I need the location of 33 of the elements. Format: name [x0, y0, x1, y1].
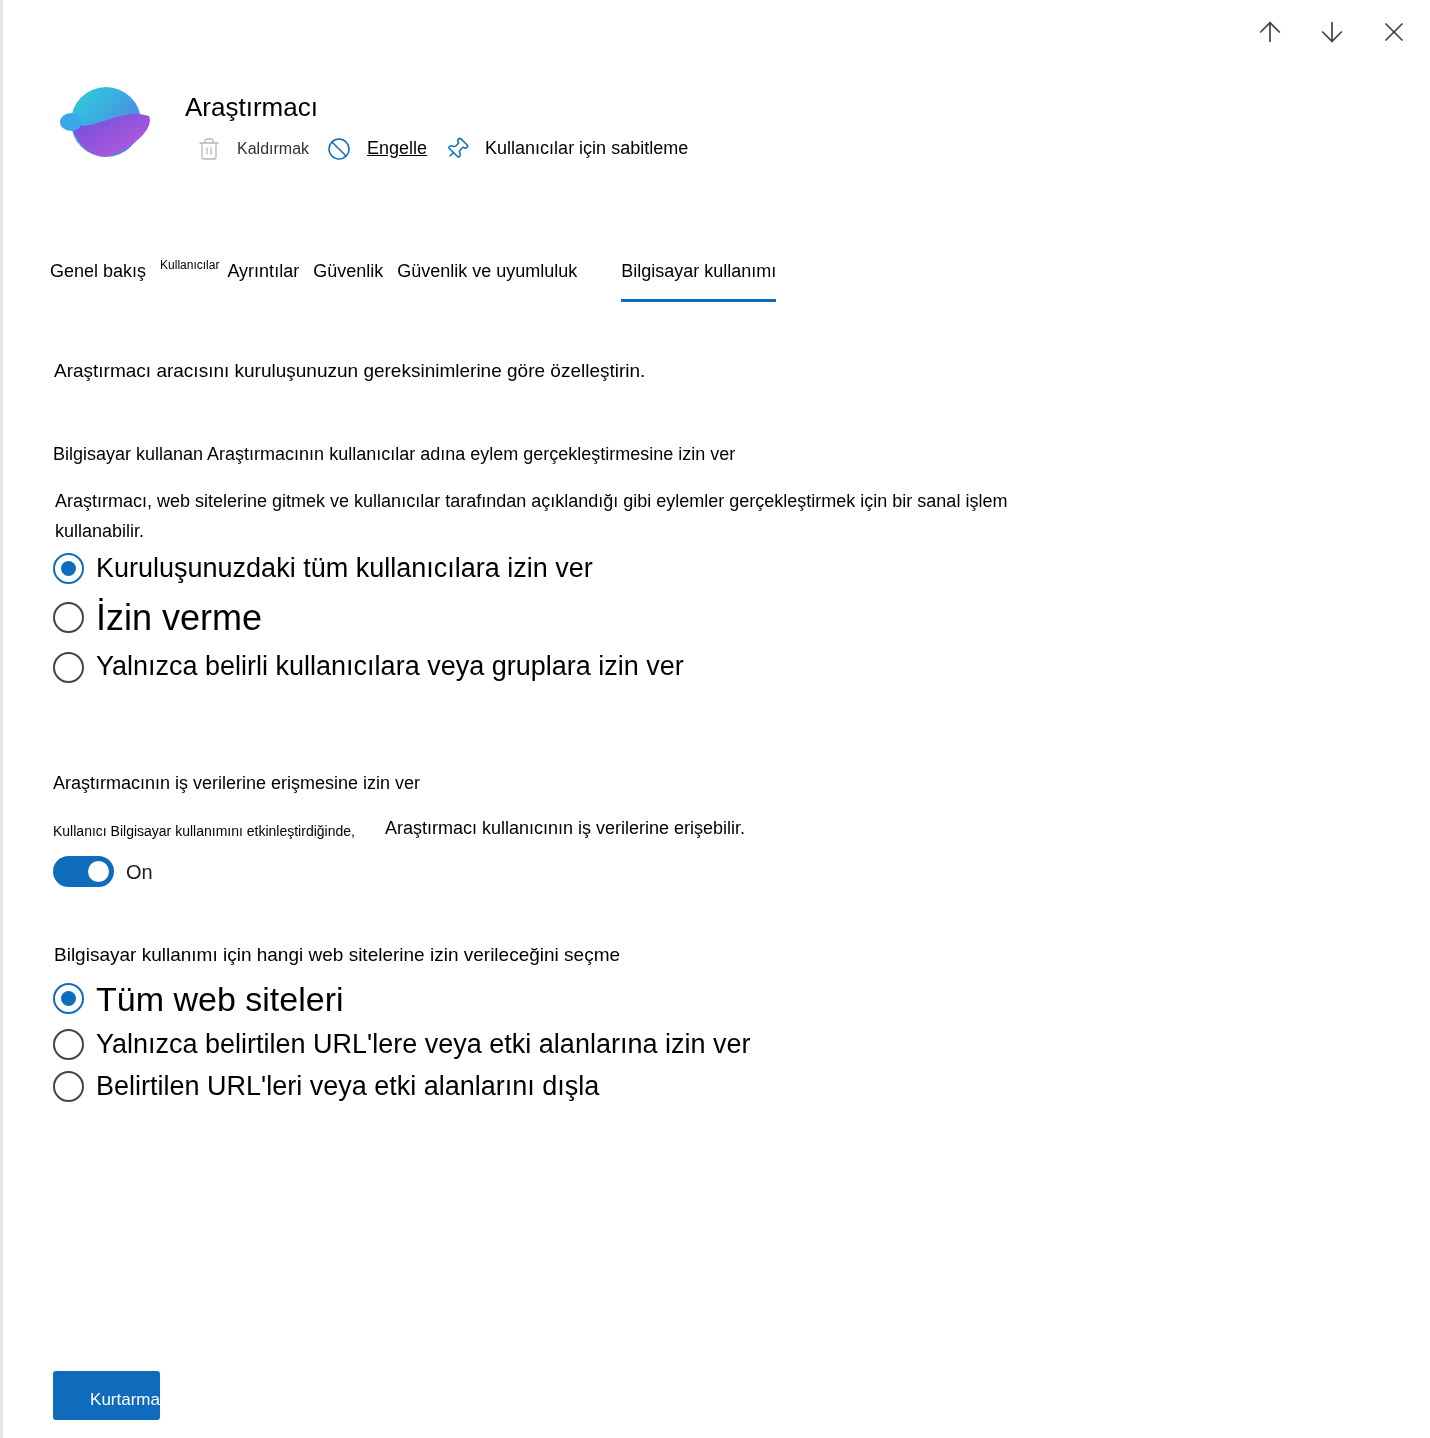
intro-text: Araştırmacı aracısını kuruluşunuzun gereksinimlerine göre özelleştirin. — [54, 359, 647, 383]
block-button[interactable]: Engelle — [327, 135, 428, 162]
toggle-label: On — [126, 859, 153, 885]
section-description: Araştırmacı kullanıcının iş verilerine erişebilir. — [384, 817, 746, 840]
radio-label: Kuruluşunuzdaki tüm kullanıcılara izin ver — [96, 551, 593, 585]
tab[interactable]: Bilgisayar kullanımı — [621, 254, 777, 302]
radio-label: İzin verme — [96, 596, 263, 641]
trash-icon — [197, 136, 221, 161]
tab[interactable]: Genel bakış — [50, 254, 147, 302]
radio-button[interactable] — [53, 651, 84, 683]
radio-label: Yalnızca belirli kullanıcılara veya gruplara izin ver — [96, 650, 684, 684]
tab[interactable]: Kullanıcılar Ayrıntılar — [160, 254, 300, 302]
agent-title: Araştırmacı — [185, 91, 319, 124]
section-heading: Araştırmacının iş verilerine erişmesine izin ver — [53, 772, 422, 795]
radio-button[interactable] — [53, 552, 84, 584]
logo-icon — [59, 86, 153, 158]
radio-button[interactable] — [53, 983, 84, 1015]
toggle-switch[interactable] — [53, 856, 114, 887]
tab[interactable]: Güvenlik ve uyumluluk — [397, 254, 578, 302]
radio-button[interactable] — [53, 602, 84, 634]
note-text: Kullanıcı Bilgisayar kullanımını etkinleştirdiğinde, — [53, 822, 355, 841]
radio-label: Yalnızca belirtilen URL'lere veya etki alanlarına izin ver — [96, 1028, 751, 1061]
radio-button[interactable] — [53, 1029, 84, 1061]
radio-label: Tüm web siteleri — [96, 978, 344, 1020]
block-icon — [327, 136, 352, 161]
section-description: Araştırmacı, web sitelerine gitmek ve kullanıcılar tarafından açıklandığı gibi eylemler gerçekleştirmek için bir sanal işlem kullanabilir. — [55, 489, 1009, 543]
radio-button[interactable] — [53, 1071, 84, 1103]
tab[interactable]: Güvenlik — [313, 254, 384, 302]
section-heading: Bilgisayar kullanan Araştırmacının kullanıcılar adına eylem gerçekleştirmesine izin ver — [53, 442, 737, 466]
section-heading: Bilgisayar kullanımı için hangi web sitelerine izin verileceğini seçme — [54, 943, 622, 967]
radio-label: Belirtilen URL'leri veya etki alanlarını dışla — [96, 1069, 600, 1103]
pin-button[interactable]: Kullanıcılar için sabitleme — [445, 135, 689, 162]
save-button[interactable]: Kurtarma — [53, 1371, 160, 1420]
